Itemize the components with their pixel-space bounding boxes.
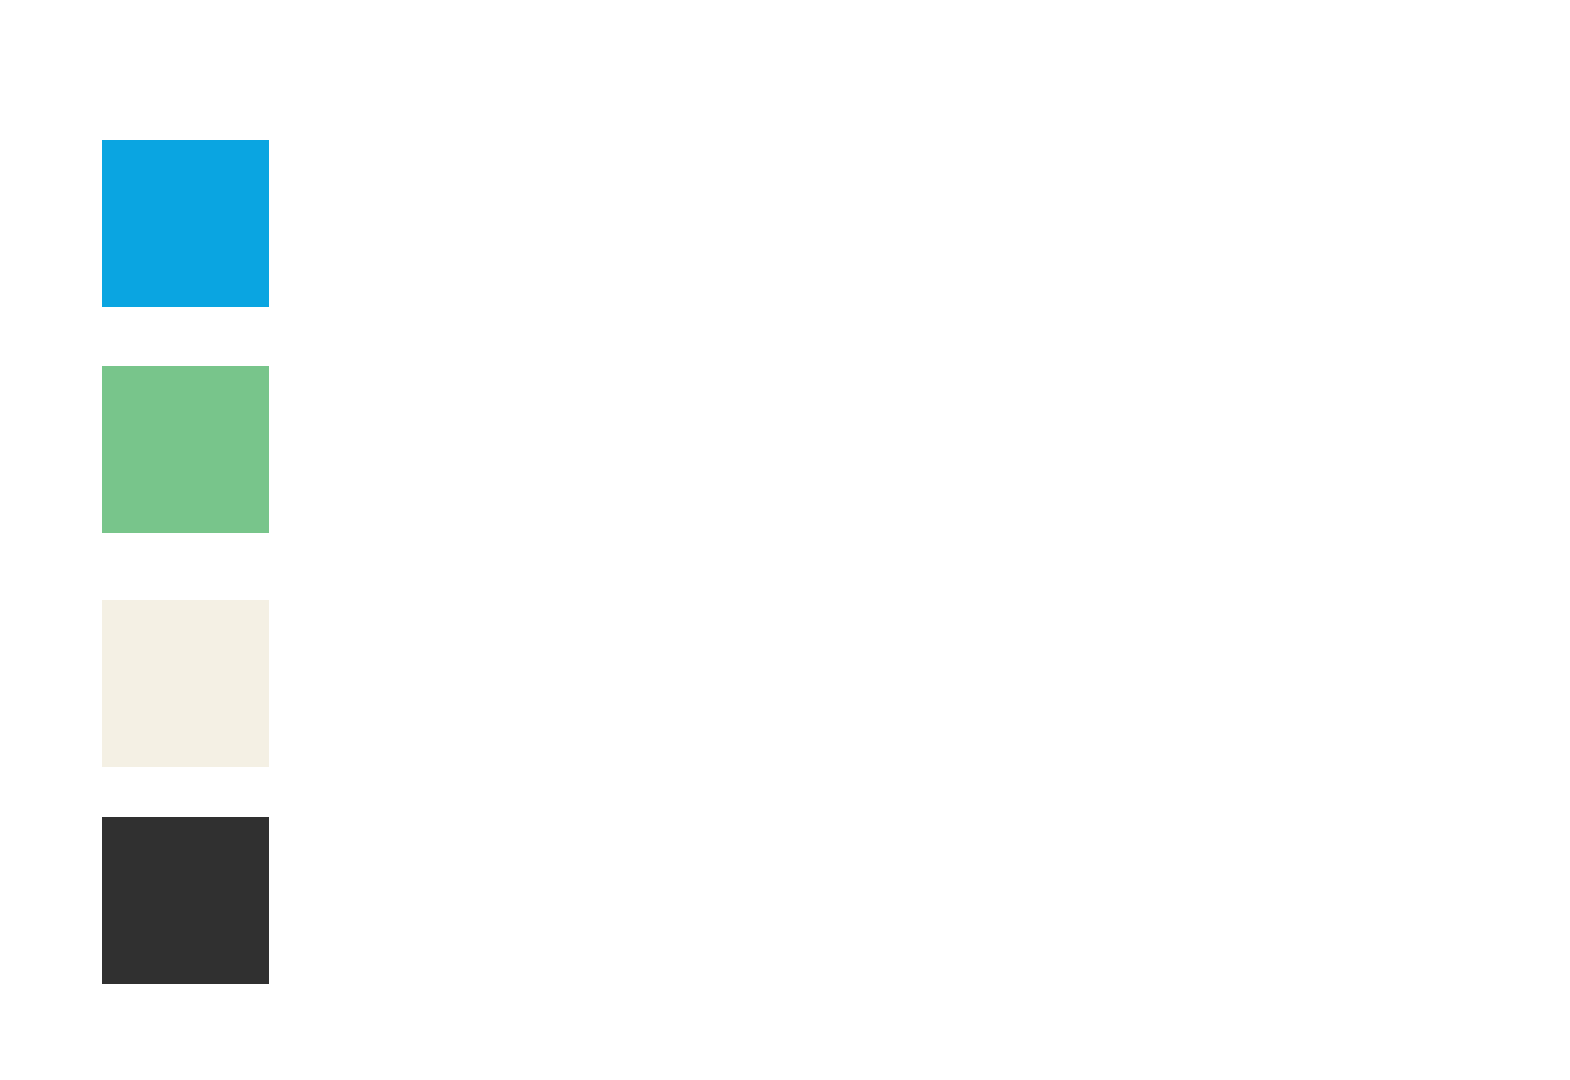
color-swatch-cream: [102, 600, 269, 767]
color-swatch-blue: [102, 140, 269, 307]
color-swatch-green: [102, 366, 269, 533]
color-swatch-charcoal: [102, 817, 269, 984]
